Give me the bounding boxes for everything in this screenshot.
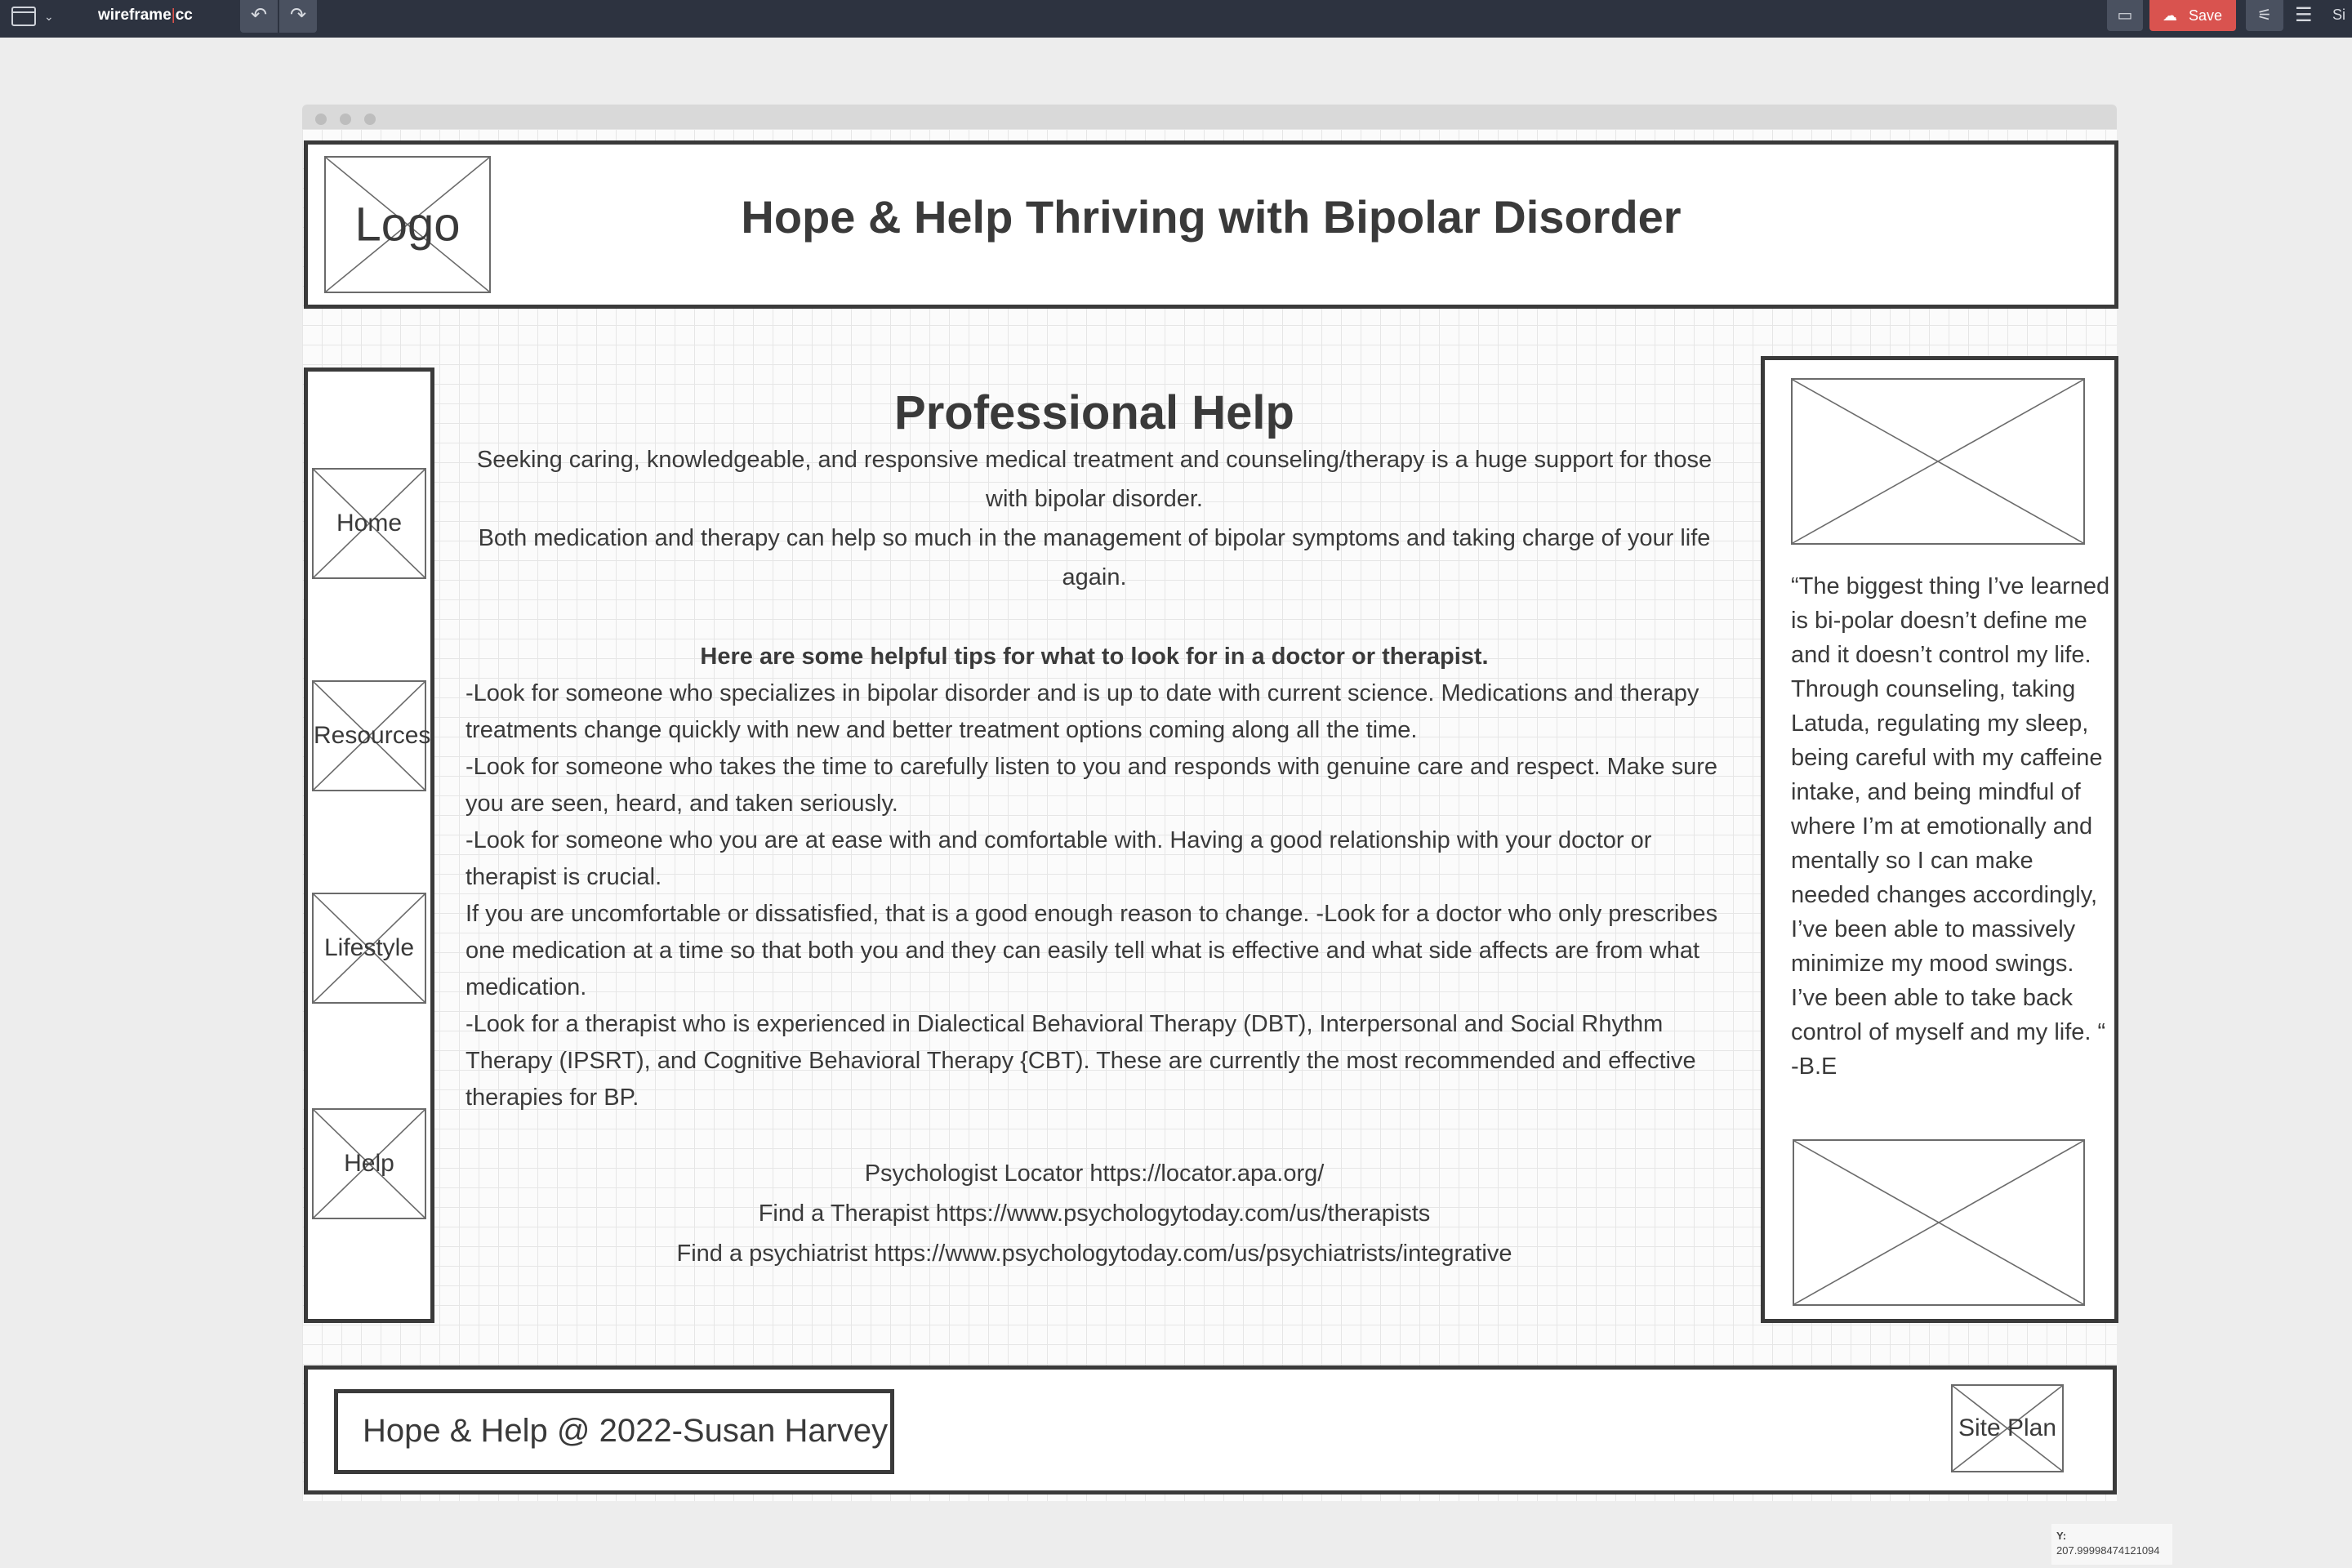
nav-item-help[interactable]: Help — [312, 1108, 426, 1219]
testimonial-sidebar: “The biggest thing I’ve learned is bi-po… — [1761, 356, 2118, 1323]
intro-text: Seeking caring, knowledgeable, and respo… — [466, 440, 1723, 597]
frame-dot-icon — [315, 114, 327, 125]
site-plan-label: Site Plan — [1958, 1414, 2057, 1441]
redo-button[interactable]: ↷ — [279, 0, 317, 33]
save-button[interactable]: ☁ Save — [2149, 0, 2236, 31]
find-therapist-link[interactable]: Find a Therapist https://www.psychologyt… — [466, 1194, 1723, 1234]
testimonial-quote: “The biggest thing I’ve learned is bi-po… — [1791, 573, 2110, 1080]
intro-paragraph: Both medication and therapy can help so … — [478, 525, 1711, 590]
brand-name: wireframe — [98, 7, 172, 24]
frame-title-bar — [302, 105, 2117, 129]
app-logo: wireframe|cc — [98, 7, 193, 24]
redo-icon: ↷ — [289, 4, 307, 26]
site-header[interactable]: Logo Hope & Help Thriving with Bipolar D… — [304, 140, 2118, 309]
nav-item-resources[interactable]: Resources — [312, 680, 431, 791]
brand-suffix: cc — [175, 7, 193, 24]
settings-button[interactable]: ⚟ — [2246, 0, 2283, 31]
chevron-down-icon[interactable]: ⌄ — [44, 10, 54, 24]
frame-dot-icon — [340, 114, 351, 125]
psychologist-locator-link[interactable]: Psychologist Locator https://locator.apa… — [466, 1154, 1723, 1194]
tip-item: -Look for someone who you are at ease wi… — [466, 827, 1652, 890]
side-navigation: Home Resources Lifestyle Help — [304, 368, 434, 1323]
intro-paragraph: Seeking caring, knowledgeable, and respo… — [476, 447, 1713, 512]
image-placeholder-top[interactable] — [1791, 378, 2085, 545]
image-placeholder-bottom[interactable] — [1793, 1139, 2085, 1306]
side-panel-label[interactable]: Si — [2332, 7, 2345, 24]
nav-label: Lifestyle — [323, 934, 415, 961]
image-placeholder-icon — [1793, 380, 2083, 543]
site-title: Hope & Help Thriving with Bipolar Disord… — [741, 191, 1682, 243]
comment-button[interactable]: ▭ — [2107, 0, 2143, 31]
tip-item: -Look for a therapist who is experienced… — [466, 1011, 1696, 1111]
save-label: Save — [2189, 7, 2223, 24]
tip-item: -Look for someone who specializes in bip… — [466, 680, 1699, 743]
copyright-box[interactable]: Hope & Help @ 2022-Susan Harvey — [334, 1389, 894, 1474]
main-content: Professional Help Seeking caring, knowle… — [466, 376, 1723, 1274]
image-placeholder-icon — [1794, 1141, 2083, 1304]
page-title: Professional Help — [894, 386, 1294, 439]
nav-item-lifestyle[interactable]: Lifestyle — [312, 893, 426, 1004]
nav-item-home[interactable]: Home — [312, 468, 426, 579]
tips-heading: Here are some helpful tips for what to l… — [700, 644, 1489, 670]
tip-item: If you are uncomfortable or dissatisfied… — [466, 901, 1718, 1000]
find-psychiatrist-link[interactable]: Find a psychiatrist https://www.psycholo… — [466, 1234, 1723, 1274]
y-label: Y: — [2056, 1530, 2067, 1542]
cloud-upload-icon: ☁ — [2163, 7, 2177, 24]
site-footer: Hope & Help @ 2022-Susan Harvey Site Pla… — [304, 1365, 2117, 1494]
app-toolbar: ⌄ wireframe|cc ↶ ↷ ▭ ☁ Save ⚟ ☰ Si — [0, 0, 2352, 38]
tip-item: -Look for someone who takes the time to … — [466, 754, 1718, 817]
sliders-icon: ⚟ — [2257, 7, 2272, 24]
copyright-text: Hope & Help @ 2022-Susan Harvey — [363, 1413, 889, 1449]
nav-label: Resources — [314, 722, 431, 749]
undo-icon: ↶ — [250, 4, 268, 26]
nav-label: Home — [336, 510, 403, 537]
site-plan-link[interactable]: Site Plan — [1951, 1384, 2064, 1472]
undo-button[interactable]: ↶ — [240, 0, 278, 33]
tips-list: -Look for someone who specializes in bip… — [466, 675, 1723, 1116]
frame-dot-icon — [364, 114, 376, 125]
hamburger-menu-icon[interactable]: ☰ — [2295, 3, 2313, 27]
window-menu-icon[interactable] — [11, 7, 36, 26]
y-value: 207.99998474121094 — [2056, 1544, 2160, 1557]
position-readout: Y: 207.99998474121094 — [2051, 1524, 2172, 1565]
nav-label: Help — [344, 1150, 394, 1177]
comment-icon: ▭ — [2117, 7, 2133, 24]
resource-links: Psychologist Locator https://locator.apa… — [466, 1154, 1723, 1274]
